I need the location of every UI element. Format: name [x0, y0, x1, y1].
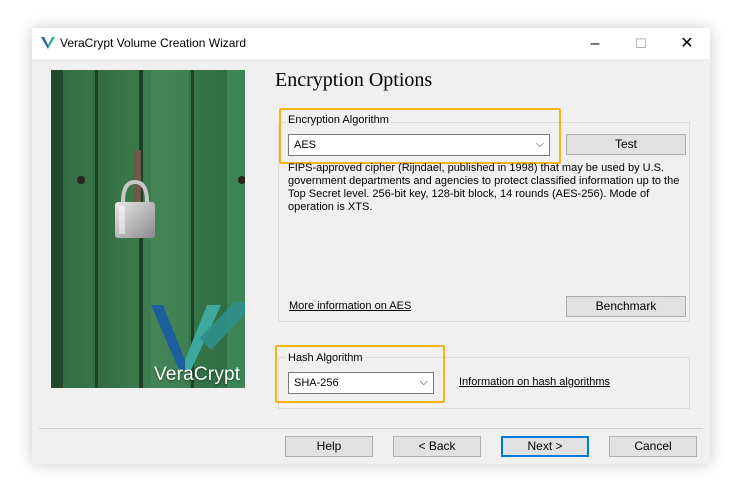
encryption-algorithm-select[interactable]: AES ⌵ — [288, 134, 550, 156]
chevron-down-icon: ⌵ — [419, 376, 428, 388]
veracrypt-app-icon — [41, 37, 55, 49]
test-button[interactable]: Test — [566, 134, 686, 155]
hash-info-link[interactable]: Information on hash algorithms — [459, 376, 610, 388]
veracrypt-logo-text: VeraCrypt — [154, 364, 241, 385]
padlock-door-illustration — [51, 70, 245, 388]
more-info-aes-link[interactable]: More information on AES — [289, 300, 411, 312]
encryption-algorithm-label: Encryption Algorithm — [286, 114, 391, 126]
hash-algorithm-label: Hash Algorithm — [286, 352, 365, 364]
close-button[interactable]: ✕ — [664, 28, 710, 59]
maximize-button[interactable]: ☐ — [618, 28, 664, 59]
hash-algorithm-select[interactable]: SHA-256 ⌵ — [288, 372, 434, 394]
page-title: Encryption Options — [275, 69, 433, 91]
algorithm-description: FIPS-approved cipher (Rijndael, publishe… — [288, 162, 680, 213]
back-button[interactable]: < Back — [393, 436, 481, 457]
encryption-algorithm-value: AES — [294, 139, 317, 151]
benchmark-button[interactable]: Benchmark — [566, 296, 686, 317]
window-title: VeraCrypt Volume Creation Wizard — [60, 36, 247, 50]
chevron-down-icon: ⌵ — [535, 138, 544, 150]
wizard-side-image: VeraCrypt — [51, 70, 245, 388]
minimize-button[interactable]: – — [572, 28, 618, 59]
title-bar: VeraCrypt Volume Creation Wizard – ☐ ✕ — [32, 28, 710, 59]
help-button[interactable]: Help — [285, 436, 373, 457]
footer-divider — [39, 428, 703, 429]
wizard-window: VeraCrypt Volume Creation Wizard – ☐ ✕ V… — [32, 28, 710, 464]
next-button[interactable]: Next > — [501, 436, 589, 457]
hash-algorithm-value: SHA-256 — [294, 377, 339, 389]
cancel-button[interactable]: Cancel — [609, 436, 697, 457]
